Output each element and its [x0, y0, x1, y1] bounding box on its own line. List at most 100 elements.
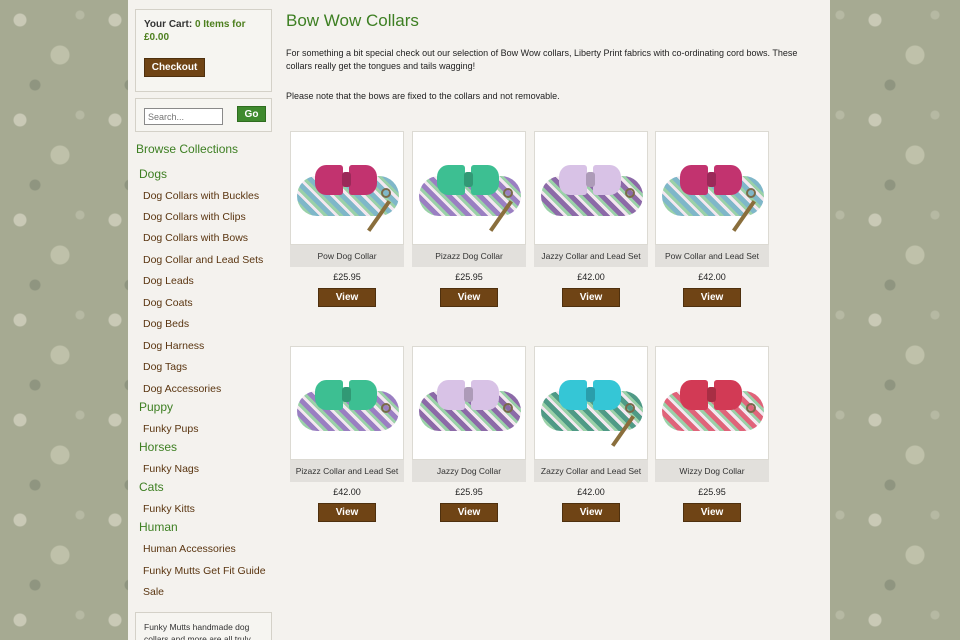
bow-left-graphic	[559, 380, 587, 410]
product-image[interactable]	[534, 346, 648, 460]
page-container: Your Cart: 0 Items for £0.00 Checkout Go…	[128, 0, 830, 640]
sidebar-category-dogs[interactable]: Dogs	[139, 167, 167, 181]
product-card: Jazzy Dog Collar £25.95 View	[412, 346, 526, 522]
product-name[interactable]: Pow Dog Collar	[290, 245, 404, 267]
sidebar-item[interactable]: Dog Tags	[143, 361, 187, 373]
bow-knot-graphic	[342, 172, 351, 187]
sidebar-item[interactable]: Human Accessories	[143, 543, 236, 555]
search-go-button[interactable]: Go	[237, 106, 266, 122]
about-text: Funky Mutts handmade dog collars and mor…	[144, 622, 251, 640]
d-ring-icon	[503, 403, 513, 413]
sidebar-item[interactable]: Dog Collar and Lead Sets	[143, 254, 263, 266]
bow-left-graphic	[680, 165, 708, 195]
bow-right-graphic	[471, 380, 499, 410]
d-ring-icon	[381, 188, 391, 198]
product-image[interactable]	[534, 131, 648, 245]
bow-knot-graphic	[707, 172, 716, 187]
page-title: Bow Wow Collars	[286, 11, 419, 30]
sidebar-item[interactable]: Dog Leads	[143, 275, 194, 287]
bow-right-graphic	[593, 380, 621, 410]
product-price: £42.00	[577, 272, 605, 282]
sidebar-category-cats[interactable]: Cats	[139, 480, 164, 494]
about-box: Funky Mutts handmade dog collars and mor…	[135, 612, 272, 640]
bow-knot-graphic	[586, 172, 595, 187]
product-card: Pow Dog Collar £25.95 View	[290, 131, 404, 307]
sidebar-item[interactable]: Dog Harness	[143, 340, 204, 352]
sidebar-item[interactable]: Funky Nags	[143, 463, 199, 475]
product-price: £25.95	[333, 272, 361, 282]
bow-knot-graphic	[464, 387, 473, 402]
bow-left-graphic	[680, 380, 708, 410]
note-text: Please note that the bows are fixed to t…	[286, 91, 560, 101]
bow-left-graphic	[437, 165, 465, 195]
product-price: £42.00	[333, 487, 361, 497]
product-price: £42.00	[698, 272, 726, 282]
sidebar-item[interactable]: Dog Accessories	[143, 383, 221, 395]
product-price: £25.95	[698, 487, 726, 497]
product-image[interactable]	[290, 131, 404, 245]
view-button[interactable]: View	[318, 288, 376, 307]
checkout-button[interactable]: Checkout	[144, 58, 205, 77]
intro-text: For something a bit special check out ou…	[286, 48, 798, 71]
sidebar-item[interactable]: Funky Pups	[143, 423, 198, 435]
product-card: Pizazz Collar and Lead Set £42.00 View	[290, 346, 404, 522]
product-name[interactable]: Jazzy Dog Collar	[412, 460, 526, 482]
sidebar-item[interactable]: Dog Collars with Bows	[143, 232, 248, 244]
view-button[interactable]: View	[683, 503, 741, 522]
product-card: Pizazz Dog Collar £25.95 View	[412, 131, 526, 307]
sidebar-category-horses[interactable]: Horses	[139, 440, 177, 454]
sidebar-item[interactable]: Sale	[143, 586, 164, 598]
view-button[interactable]: View	[440, 288, 498, 307]
view-button[interactable]: View	[562, 288, 620, 307]
product-name[interactable]: Pizazz Dog Collar	[412, 245, 526, 267]
search-box: Go	[135, 98, 272, 132]
bow-left-graphic	[315, 165, 343, 195]
product-price: £25.95	[455, 487, 483, 497]
product-image[interactable]	[412, 346, 526, 460]
sidebar-category-puppy[interactable]: Puppy	[139, 400, 173, 414]
bow-knot-graphic	[464, 172, 473, 187]
sidebar-item[interactable]: Funky Mutts Get Fit Guide	[143, 565, 266, 577]
browse-collections-heading: Browse Collections	[136, 142, 239, 156]
sidebar-item[interactable]: Funky Kitts	[143, 503, 195, 515]
d-ring-icon	[381, 403, 391, 413]
d-ring-icon	[746, 188, 756, 198]
product-name[interactable]: Jazzy Collar and Lead Set	[534, 245, 648, 267]
product-price: £42.00	[577, 487, 605, 497]
product-card: Pow Collar and Lead Set £42.00 View	[655, 131, 769, 307]
bow-right-graphic	[471, 165, 499, 195]
view-button[interactable]: View	[318, 503, 376, 522]
bow-left-graphic	[315, 380, 343, 410]
product-name[interactable]: Pizazz Collar and Lead Set	[290, 460, 404, 482]
product-image[interactable]	[655, 346, 769, 460]
d-ring-icon	[503, 188, 513, 198]
product-name[interactable]: Pow Collar and Lead Set	[655, 245, 769, 267]
product-image[interactable]	[290, 346, 404, 460]
bow-knot-graphic	[586, 387, 595, 402]
sidebar-item[interactable]: Dog Beds	[143, 318, 189, 330]
sidebar-item[interactable]: Dog Collars with Buckles	[143, 190, 259, 202]
product-card: Zazzy Collar and Lead Set £42.00 View	[534, 346, 648, 522]
bow-right-graphic	[714, 165, 742, 195]
view-button[interactable]: View	[562, 503, 620, 522]
view-button[interactable]: View	[683, 288, 741, 307]
view-button[interactable]: View	[440, 503, 498, 522]
bow-right-graphic	[349, 380, 377, 410]
product-name[interactable]: Zazzy Collar and Lead Set	[534, 460, 648, 482]
d-ring-icon	[746, 403, 756, 413]
product-image[interactable]	[412, 131, 526, 245]
bow-knot-graphic	[342, 387, 351, 402]
product-image[interactable]	[655, 131, 769, 245]
search-input[interactable]	[144, 108, 223, 125]
d-ring-icon	[625, 403, 635, 413]
bow-right-graphic	[593, 165, 621, 195]
bow-knot-graphic	[707, 387, 716, 402]
sidebar-item[interactable]: Dog Collars with Clips	[143, 211, 246, 223]
cart-label: Your Cart:	[144, 19, 193, 30]
sidebar-category-human[interactable]: Human	[139, 520, 178, 534]
bow-left-graphic	[559, 165, 587, 195]
product-name[interactable]: Wizzy Dog Collar	[655, 460, 769, 482]
bow-right-graphic	[349, 165, 377, 195]
sidebar-item[interactable]: Dog Coats	[143, 297, 193, 309]
product-price: £25.95	[455, 272, 483, 282]
